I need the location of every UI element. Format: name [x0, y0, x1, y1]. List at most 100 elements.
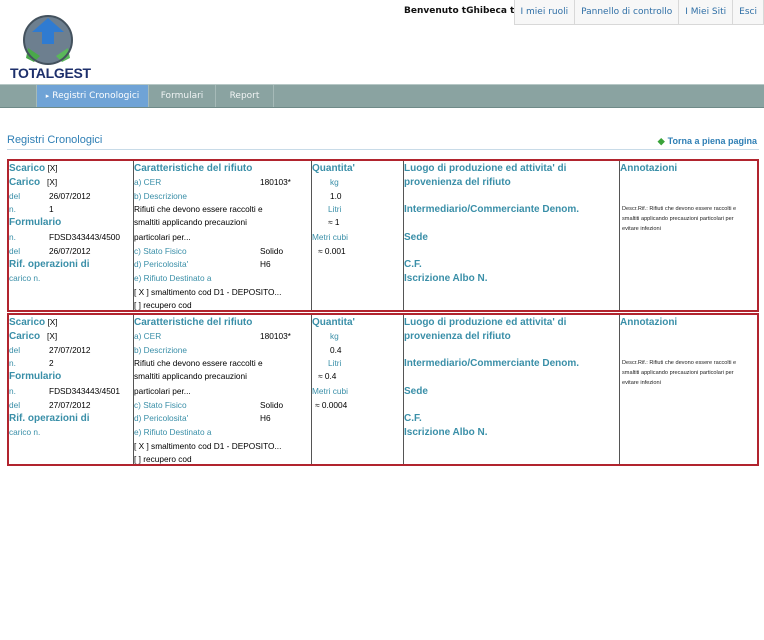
top-nav: I miei ruoli Pannello di controllo I Mie… — [513, 0, 764, 25]
nav-my-sites[interactable]: I Miei Siti — [679, 0, 734, 24]
col-quantita: Quantita' kg 1.0 Litri ≈ 1 Metri cubi ≈ … — [312, 161, 404, 310]
n-value: 2 — [49, 358, 54, 368]
col-caratteristiche: Caratteristiche del rifiuto a) CER 180103… — [134, 315, 312, 464]
label-luogo-1: Luogo di produzione ed attivita' di — [404, 317, 567, 328]
label-n: n. — [9, 204, 16, 214]
col-caratteristiche: Caratteristiche del rifiuto a) CER 180103… — [134, 161, 312, 310]
label-formulario-n: n. — [9, 232, 16, 242]
col-annotazioni: Annotazioni Descr.Rif.: Rifiuti che devo… — [620, 161, 757, 310]
col-movimento: Scarico [X] Carico [X] del 27/07/2012 n. 2… — [9, 315, 134, 464]
n-value: 1 — [49, 204, 54, 214]
recycle-globe-icon — [23, 15, 73, 65]
col-movimento: Scarico [X] Carico [X] del 26/07/2012 n. 1… — [9, 161, 134, 310]
col-annotazioni: Annotazioni Descr.Rif.: Rifiuti che devo… — [620, 315, 757, 464]
scarico-value: [X] — [47, 163, 58, 173]
nav-control-panel[interactable]: Pannello di controllo — [575, 0, 680, 24]
label-metri-cubi: Metri cubi — [312, 232, 348, 242]
menu-registri-cronologici[interactable]: ▸ Registri Cronologici — [37, 85, 149, 107]
label-cer: a) CER — [134, 331, 162, 341]
label-cf: C.F. — [404, 259, 422, 270]
pericolosita-value: H6 — [260, 259, 271, 269]
back-to-full-page-link[interactable]: ◆ Torna a piena pagina — [658, 136, 757, 147]
descrizione-line-1: Rifiuti che devono essere raccolti e — [134, 358, 263, 368]
label-carico-n: carico n. — [9, 427, 41, 437]
kg-value: 0.4 — [330, 345, 342, 355]
del-value: 27/07/2012 — [49, 345, 91, 355]
col-luogo: Luogo di produzione ed attivita' di prov… — [404, 315, 620, 464]
scarico-value: [X] — [47, 317, 58, 327]
menu-registri-label: Registri Cronologici — [52, 91, 140, 101]
nav-logout[interactable]: Esci — [733, 0, 764, 24]
litri-value: ≈ 1 — [328, 217, 340, 227]
label-formulario: Formulario — [9, 371, 62, 382]
litri-value: ≈ 0.4 — [318, 371, 337, 381]
label-rif-operazioni: Rif. operazioni di — [9, 259, 90, 270]
label-quantita: Quantita' — [312, 163, 355, 174]
carico-value: [X] — [47, 177, 58, 187]
kg-value: 1.0 — [330, 191, 342, 201]
col-luogo: Luogo di produzione ed attivita' di prov… — [404, 161, 620, 310]
metri-cubi-value: ≈ 0.001 — [318, 246, 346, 256]
label-sede: Sede — [404, 232, 428, 243]
menu-formulari[interactable]: Formulari — [149, 85, 216, 107]
descrizione-line-3: particolari per... — [134, 232, 191, 242]
label-kg: kg — [330, 331, 339, 341]
label-carico: Carico — [9, 331, 41, 342]
label-luogo-2: provenienza del rifiuto — [404, 331, 511, 342]
menu-spacer — [0, 85, 37, 107]
label-caratteristiche: Caratteristiche del rifiuto — [134, 317, 253, 328]
label-pericolosita: d) Pericolosita' — [134, 259, 189, 269]
metri-cubi-value: ≈ 0.0004 — [315, 400, 348, 410]
label-formulario: Formulario — [9, 217, 62, 228]
label-caratteristiche: Caratteristiche del rifiuto — [134, 163, 253, 174]
label-intermediario: Intermediario/Commerciante Denom. — [404, 204, 580, 215]
col-quantita: Quantita' kg 0.4 Litri ≈ 0.4 Metri cubi … — [312, 315, 404, 464]
annotazione-text: Descr.Rif.: Rifiuti che devono essere ra… — [622, 206, 737, 232]
recupero-value: [ ] recupero cod — [134, 300, 192, 310]
label-stato-fisico: c) Stato Fisico — [134, 246, 187, 256]
formulario-n-value: FDSD343443/4501 — [49, 386, 121, 396]
label-rif-operazioni: Rif. operazioni di — [9, 413, 90, 424]
label-destinato: e) Rifiuto Destinato a — [134, 427, 212, 437]
label-del: del — [9, 345, 21, 355]
label-formulario-n: n. — [9, 386, 16, 396]
label-quantita: Quantita' — [312, 317, 355, 328]
nav-my-roles[interactable]: I miei ruoli — [514, 0, 576, 24]
totalgest-logo[interactable]: TOTALGEST — [10, 12, 91, 81]
label-n: n. — [9, 358, 16, 368]
label-luogo-2: provenienza del rifiuto — [404, 177, 511, 188]
pericolosita-value: H6 — [260, 413, 271, 423]
label-luogo-1: Luogo di produzione ed attivita' di — [404, 163, 567, 174]
cer-value: 180103* — [260, 177, 291, 187]
title-divider — [7, 149, 759, 150]
label-annotazioni: Annotazioni — [620, 163, 678, 174]
smaltimento-value: [ X ] smaltimento cod D1 - DEPOSITO... — [134, 441, 282, 451]
main-menu: ▸ Registri Cronologici Formulari Report — [0, 84, 764, 108]
logo-text: TOTALGEST — [10, 65, 91, 81]
stato-fisico-value: Solido — [260, 246, 284, 256]
label-descrizione: b) Descrizione — [134, 191, 188, 201]
descrizione-line-2: smaltiti applicando precauzioni — [134, 217, 247, 227]
arrow-right-icon: ▸ — [45, 92, 50, 100]
descrizione-line-2: smaltiti applicando precauzioni — [134, 371, 247, 381]
label-annotazioni: Annotazioni — [620, 317, 678, 328]
del-value: 26/07/2012 — [49, 191, 91, 201]
label-sede: Sede — [404, 386, 428, 397]
stato-fisico-value: Solido — [260, 400, 284, 410]
label-cer: a) CER — [134, 177, 162, 187]
formulario-del-value: 26/07/2012 — [49, 246, 91, 256]
record-card: Scarico [X] Carico [X] del 27/07/2012 n. 2… — [7, 313, 759, 466]
label-metri-cubi: Metri cubi — [312, 386, 348, 396]
recupero-value: [ ] recupero cod — [134, 454, 192, 464]
label-scarico: Scarico — [9, 317, 46, 328]
back-link-label: Torna a piena pagina — [667, 136, 757, 146]
label-litri: Litri — [328, 204, 342, 214]
label-intermediario: Intermediario/Commerciante Denom. — [404, 358, 580, 369]
label-cf: C.F. — [404, 413, 422, 424]
menu-report[interactable]: Report — [216, 85, 274, 107]
label-carico-n: carico n. — [9, 273, 41, 283]
label-kg: kg — [330, 177, 339, 187]
annotazione-text: Descr.Rif.: Rifiuti che devono essere ra… — [622, 360, 737, 386]
record-card: Scarico [X] Carico [X] del 26/07/2012 n. 1… — [7, 159, 759, 312]
label-destinato: e) Rifiuto Destinato a — [134, 273, 212, 283]
